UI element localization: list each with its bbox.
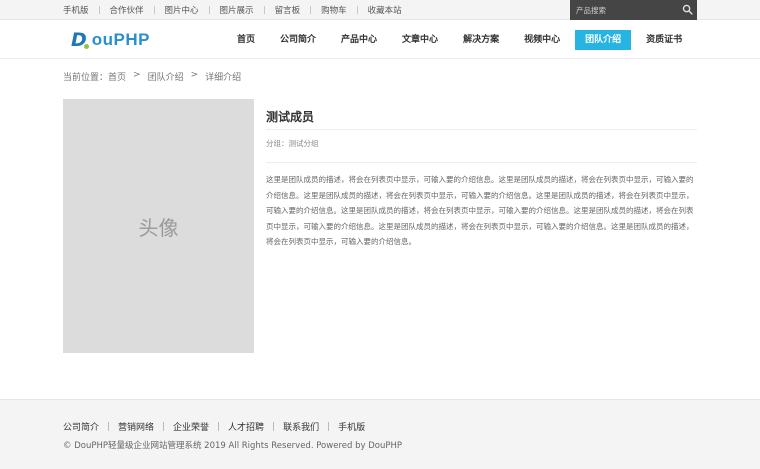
nav-videos[interactable]: 视频中心	[514, 30, 570, 50]
top-link-image-gallery[interactable]: 图片展示	[220, 4, 254, 16]
nav-team[interactable]: 团队介绍	[575, 30, 632, 50]
divider	[328, 422, 330, 431]
top-link-partners[interactable]: 合作伙伴	[110, 4, 144, 16]
search-input[interactable]	[576, 3, 676, 17]
breadcrumb: 当前位置： 首页 > 团队介绍 > 详细介绍	[63, 70, 241, 83]
divider	[163, 422, 165, 431]
top-link-image-center[interactable]: 图片中心	[165, 4, 199, 16]
divider	[98, 6, 100, 14]
search-box	[570, 0, 697, 20]
top-link-guestbook[interactable]: 留言板	[275, 4, 301, 16]
top-link-bookmark[interactable]: 收藏本站	[368, 4, 402, 16]
top-links: 手机版 合作伙伴 图片中心 图片展示 留言板 购物车 收藏本站	[63, 0, 402, 20]
top-link-mobile[interactable]: 手机版	[63, 4, 89, 16]
group-label: 分组：	[266, 139, 289, 148]
main-nav: 首页 公司简介 产品中心 文章中心 解决方案 视频中心 团队介绍 资质证书	[227, 29, 697, 51]
footer-link-mobile[interactable]: 手机版	[338, 420, 365, 433]
footer-link-honors[interactable]: 企业荣誉	[173, 420, 209, 433]
member-name: 测试成员	[266, 110, 315, 124]
logo-dot	[83, 43, 89, 49]
breadcrumb-prefix: 当前位置：	[63, 73, 109, 83]
nav-home[interactable]: 首页	[227, 30, 265, 50]
breadcrumb-separator: >	[133, 70, 141, 80]
footer-links: 公司简介 营销网络 企业荣誉 人才招聘 联系我们 手机版	[63, 420, 365, 433]
footer-link-jobs[interactable]: 人才招聘	[228, 420, 264, 433]
top-bar: 手机版 合作伙伴 图片中心 图片展示 留言板 购物车 收藏本站	[0, 0, 760, 20]
footer-link-contact[interactable]: 联系我们	[283, 420, 319, 433]
divider	[208, 6, 210, 14]
nav-articles[interactable]: 文章中心	[392, 30, 448, 50]
group-value: 测试分组	[288, 139, 319, 148]
footer-link-about[interactable]: 公司简介	[63, 420, 99, 433]
divider	[266, 162, 697, 163]
nav-solutions[interactable]: 解决方案	[453, 30, 509, 50]
breadcrumb-detail: 详细介绍	[205, 73, 242, 83]
divider	[218, 422, 220, 431]
divider	[310, 6, 312, 14]
logo[interactable]: D ouPHP	[71, 26, 150, 54]
site-header: D ouPHP 首页 公司简介 产品中心 文章中心 解决方案 视频中心 团队介绍…	[0, 21, 760, 59]
divider	[266, 129, 697, 130]
breadcrumb-team[interactable]: 团队介绍	[148, 70, 184, 83]
footer-link-network[interactable]: 营销网络	[118, 420, 154, 433]
member-description: 这里是团队成员的描述，将会在列表页中显示，可输入要的介绍信息。这里是团队成员的描…	[266, 175, 694, 246]
search-icon[interactable]	[682, 4, 693, 15]
divider	[108, 422, 110, 431]
nav-about[interactable]: 公司简介	[270, 30, 326, 50]
avatar: 头像	[63, 99, 254, 353]
divider	[153, 6, 155, 14]
divider	[273, 422, 275, 431]
nav-certificates[interactable]: 资质证书	[636, 30, 692, 50]
breadcrumb-home[interactable]: 首页	[108, 70, 126, 83]
breadcrumb-separator: >	[190, 70, 199, 80]
site-footer: 公司简介 营销网络 企业荣誉 人才招聘 联系我们 手机版 © DouPHP轻量级…	[0, 399, 760, 469]
top-link-cart[interactable]: 购物车	[321, 4, 347, 16]
copyright: © DouPHP轻量级企业网站管理系统 2019 All Rights Rese…	[63, 441, 402, 451]
divider	[263, 6, 265, 14]
nav-products[interactable]: 产品中心	[331, 30, 387, 50]
logo-text: ouPHP	[91, 30, 151, 49]
divider	[356, 6, 358, 14]
avatar-placeholder-text: 头像	[138, 215, 179, 240]
member-group: 分组： 测试分组	[266, 138, 319, 149]
